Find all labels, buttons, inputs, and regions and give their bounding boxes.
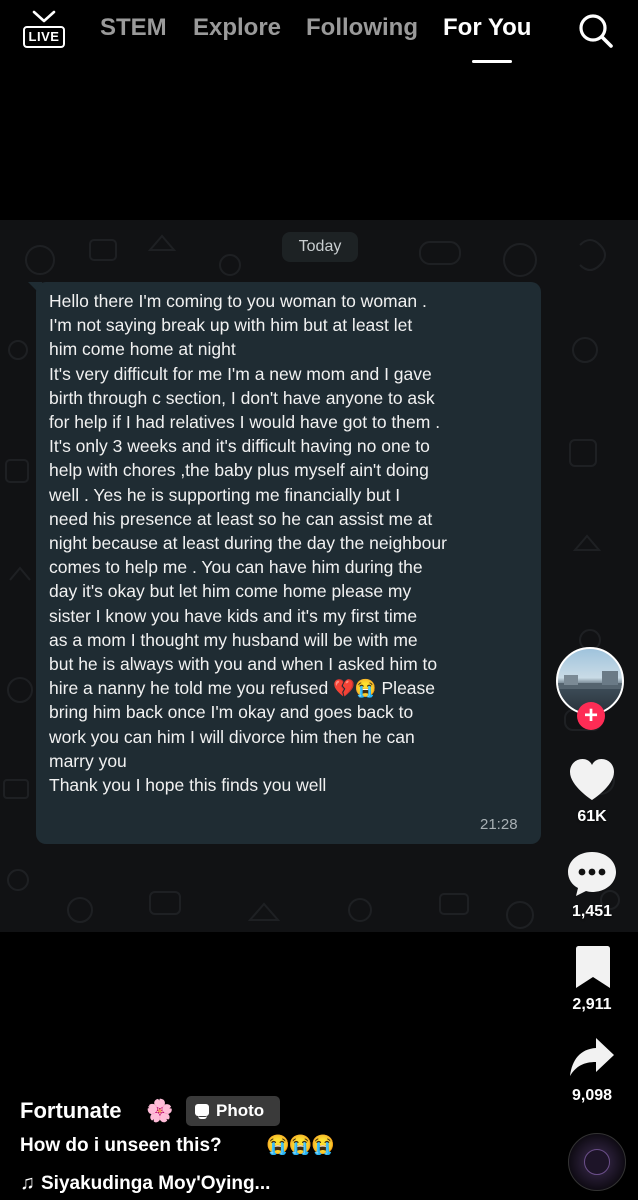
flower-emoji: 🌸 xyxy=(146,1098,174,1123)
tab-for-you[interactable]: For You xyxy=(443,14,531,42)
share-icon[interactable] xyxy=(568,1036,616,1078)
music-track-title: Siyakudinga Moy'Oying... xyxy=(41,1173,271,1194)
comment-count: 1,451 xyxy=(571,903,613,920)
active-tab-indicator xyxy=(472,60,512,63)
message-timestamp: 21:28 xyxy=(480,816,518,833)
share-count: 9,098 xyxy=(571,1087,613,1104)
creator-username[interactable]: Fortunate xyxy=(20,1098,121,1124)
music-track[interactable]: ♫ Siyakudinga Moy'Oying... xyxy=(20,1172,270,1195)
message-text: Hello there I'm coming to you woman to w… xyxy=(49,291,447,796)
music-disc-center xyxy=(584,1149,610,1175)
tab-explore[interactable]: Explore xyxy=(193,14,281,42)
tv-antenna-icon xyxy=(32,10,56,23)
live-button[interactable]: LIVE xyxy=(20,8,68,52)
bookmark-icon[interactable] xyxy=(574,944,612,990)
tab-stem[interactable]: STEM xyxy=(100,14,167,42)
photo-badge: Photo xyxy=(186,1096,280,1126)
top-navigation: LIVE STEM Explore Following For You xyxy=(0,0,638,70)
search-icon xyxy=(579,14,613,48)
save-count: 2,911 xyxy=(572,996,612,1013)
caption-emoji: 😭😭😭 xyxy=(266,1135,335,1156)
search-button[interactable] xyxy=(575,10,615,50)
heart-icon[interactable] xyxy=(568,758,616,802)
date-separator: Today xyxy=(282,232,358,262)
post-caption[interactable]: How do i unseen this? xyxy=(20,1135,222,1157)
photo-icon xyxy=(195,1104,209,1119)
music-note-icon: ♫ xyxy=(20,1172,35,1194)
tab-following[interactable]: Following xyxy=(306,14,418,42)
like-count: 61K xyxy=(577,808,607,825)
live-label: LIVE xyxy=(23,26,65,48)
photo-badge-label: Photo xyxy=(216,1101,265,1120)
follow-plus-button[interactable]: + xyxy=(577,702,605,730)
comment-icon[interactable] xyxy=(566,850,618,898)
